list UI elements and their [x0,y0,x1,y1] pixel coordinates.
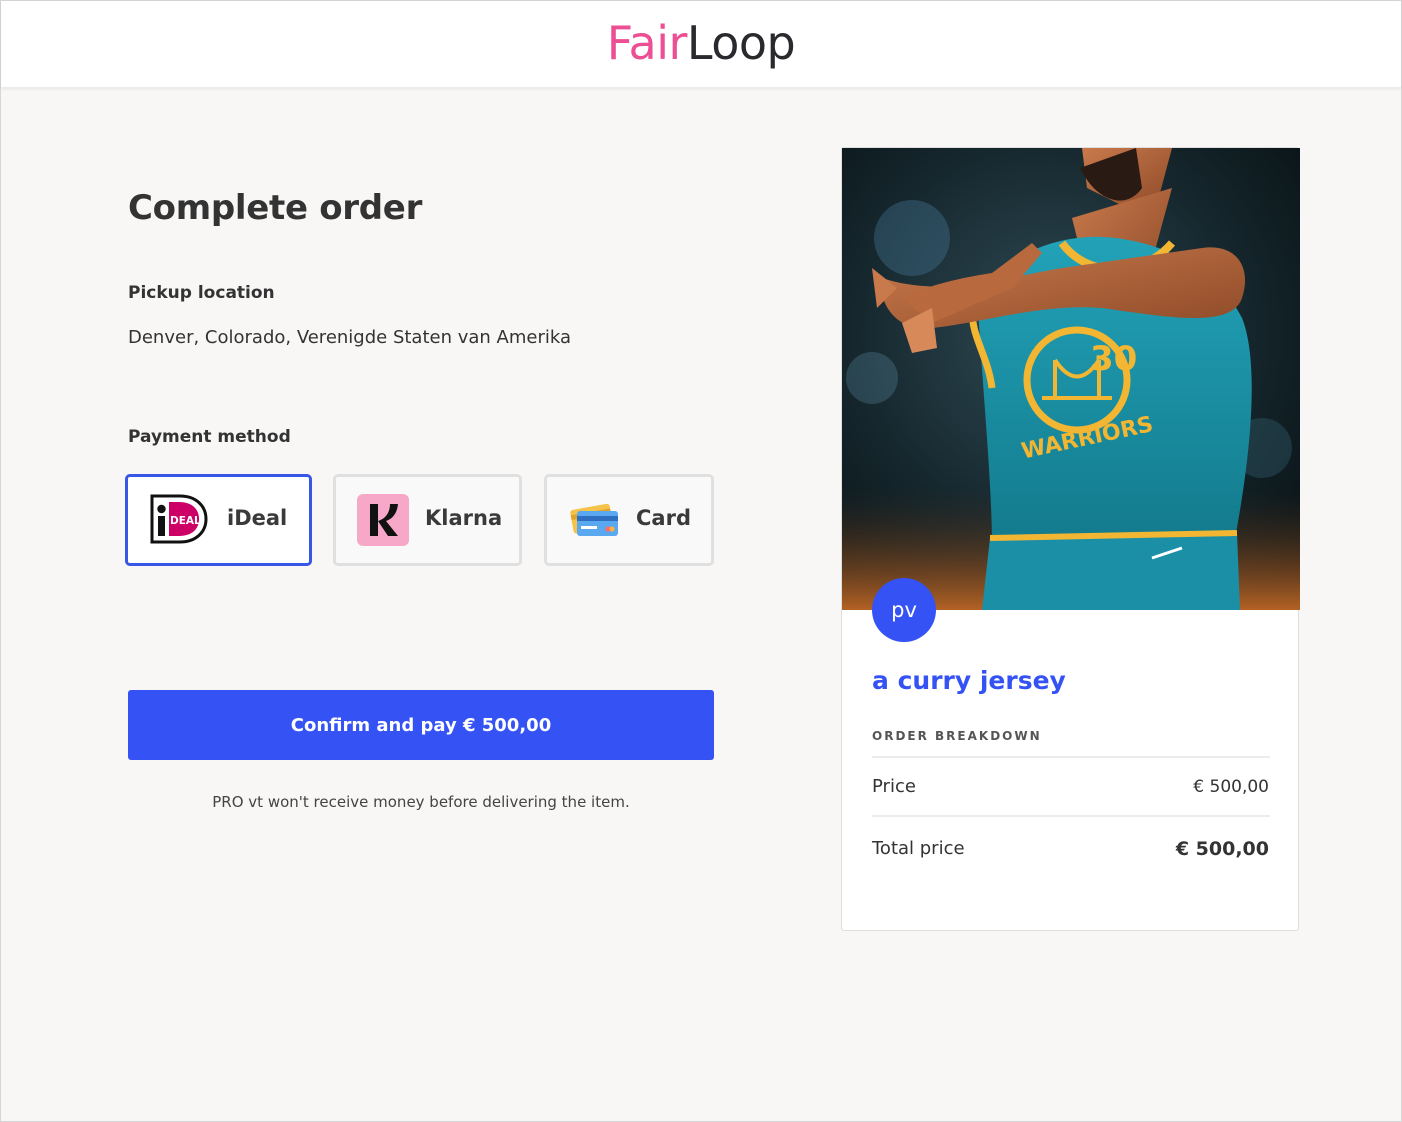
payment-option-ideal[interactable]: DEAL iDeal [125,474,312,566]
seller-avatar[interactable]: pv [872,578,936,642]
breakdown-divider [872,815,1270,817]
price-value: € 500,00 [1193,777,1269,797]
payment-option-label: iDeal [227,506,288,530]
klarna-logo-icon [357,494,409,550]
svg-text:DEAL: DEAL [170,515,201,527]
pickup-location-label: Pickup location [128,283,275,303]
order-breakdown-heading: ORDER BREAKDOWN [872,729,1042,743]
fairloop-logo[interactable]: FairLoop [1,13,1401,73]
payment-method-label: Payment method [128,427,291,447]
top-bar: FairLoop [1,1,1401,88]
payment-option-card[interactable]: Card [544,474,714,566]
product-title[interactable]: a curry jersey [872,666,1066,695]
order-summary-card: 30 WARRIORS pv a curry jersey ORDER BREA… [841,147,1300,931]
credit-card-icon [570,501,620,543]
product-photo[interactable]: 30 WARRIORS [842,148,1300,610]
payment-option-label: Card [636,506,691,530]
pickup-location-value: Denver, Colorado, Verenigde Staten van A… [128,327,571,348]
page-title: Complete order [128,188,423,228]
breakdown-divider [872,756,1270,758]
price-label: Price [872,776,916,797]
total-price-label: Total price [872,838,965,859]
payment-option-klarna[interactable]: Klarna [333,474,522,566]
total-price-value: € 500,00 [1175,838,1269,860]
jersey-number: 30 [1090,339,1137,379]
ideal-logo-icon: DEAL [150,494,208,548]
payment-option-label: Klarna [425,506,503,530]
logo-part-loop: Loop [686,16,796,70]
confirm-and-pay-button[interactable]: Confirm and pay € 500,00 [128,690,714,760]
payment-disclaimer: PRO vt won't receive money before delive… [212,793,630,811]
logo-part-fair: Fair [606,16,688,70]
